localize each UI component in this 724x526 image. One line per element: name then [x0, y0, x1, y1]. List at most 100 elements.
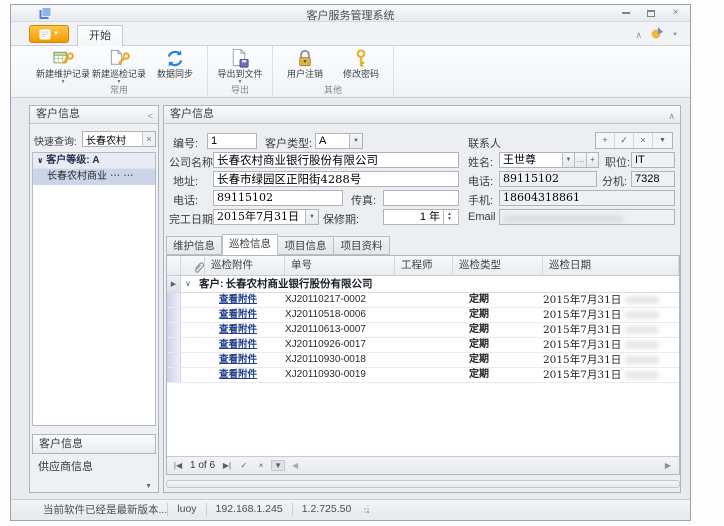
number-field[interactable]: 1	[207, 133, 257, 149]
skin-gallery-icon[interactable]	[650, 26, 664, 44]
minimize-button[interactable]	[617, 7, 634, 19]
collapse-sidebar-icon[interactable]: <	[148, 108, 153, 125]
application-menu-button[interactable]: ▼	[29, 25, 69, 43]
contact-name-select[interactable]: 王世尊 ▼ … +	[499, 152, 599, 168]
table-row[interactable]: 查看附件 XJ20110930-0019 定期 2015年7月31日	[167, 368, 679, 383]
maximize-button[interactable]	[642, 7, 659, 19]
chevron-down-icon[interactable]: ▼	[672, 32, 678, 38]
table-row[interactable]: 查看附件 XJ20110518-0006 定期 2015年7月31日	[167, 308, 679, 323]
column-header-attachment[interactable]: 巡检附件	[205, 256, 285, 275]
accept-edit-button[interactable]: ✓	[237, 461, 251, 470]
column-header-engineer[interactable]: 工程师	[395, 256, 453, 275]
position-field[interactable]: IT	[631, 152, 675, 168]
ribbon-group-label: 其他	[273, 83, 393, 96]
tab-start[interactable]: 开始	[77, 25, 123, 47]
cancel-edit-button[interactable]: ×	[254, 461, 268, 470]
tab-maintenance-info[interactable]: 维护信息	[166, 236, 222, 255]
clear-search-icon[interactable]: ×	[142, 132, 155, 146]
tree-group-level-a[interactable]: ∨ 客户等级: A	[33, 153, 155, 169]
table-row[interactable]: 查看附件 XJ20110926-0017 定期 2015年7月31日	[167, 338, 679, 353]
column-header-date[interactable]: 巡检日期	[543, 256, 679, 275]
view-attachment-link[interactable]: 查看附件	[219, 324, 257, 335]
customer-detail-panel: 客户信息 ∧ 编号: 1 客户类型: A ▼ 联系人 + ✓ × ▼ 公司名称:…	[163, 105, 681, 493]
chevron-down-icon[interactable]: ▼	[562, 153, 574, 167]
expand-icon: ∨	[37, 156, 44, 165]
ellipsis-button[interactable]: …	[574, 153, 586, 167]
first-record-button[interactable]: |◀	[171, 461, 185, 470]
row-indicator	[167, 308, 181, 322]
customer-form: 编号: 1 客户类型: A ▼ 联系人 + ✓ × ▼ 公司名称: 长春农村商业…	[165, 125, 679, 231]
phone-field[interactable]: 89115102	[213, 190, 343, 206]
extension-field[interactable]: 7328	[631, 171, 675, 187]
sidebar-overflow-icon[interactable]: ▼	[145, 483, 152, 490]
record-position: 1 of 6	[188, 460, 217, 471]
view-attachment-link[interactable]: 查看附件	[219, 339, 257, 350]
grid-empty-area	[167, 383, 679, 456]
chevron-down-icon[interactable]: ▼	[349, 134, 362, 148]
scroll-right-button[interactable]: ▶	[661, 461, 675, 470]
fax-field[interactable]	[383, 190, 459, 206]
collapse-group-icon[interactable]: ∨	[181, 276, 195, 292]
tab-project-docs[interactable]: 项目资料	[334, 236, 390, 255]
filter-records-button[interactable]: ▼	[271, 460, 285, 471]
tab-inspection-info[interactable]: 巡检信息	[222, 234, 278, 255]
ribbon-group-label: 导出	[208, 83, 272, 96]
redaction-smudge	[625, 326, 659, 334]
view-attachment-link[interactable]: 查看附件	[219, 309, 257, 320]
ribbon-tab-row: ▼ 开始 ∧ ▼	[11, 22, 690, 46]
column-header-type[interactable]: 巡检类型	[453, 256, 543, 275]
table-row[interactable]: 查看附件 XJ20110613-0007 定期 2015年7月31日	[167, 323, 679, 338]
quick-search-input[interactable]: 长春农村 ×	[82, 131, 156, 147]
resize-grip[interactable]	[360, 503, 370, 515]
tree-item-customer[interactable]: 长春农村商业 ⋯ ⋯	[33, 169, 155, 185]
new-inspection-record-button[interactable]: 新建巡检记录 ▼	[91, 48, 147, 86]
delete-contact-button[interactable]: ×	[634, 133, 653, 148]
confirm-contact-button[interactable]: ✓	[615, 133, 634, 148]
table-row[interactable]: 查看附件 XJ20110930-0018 定期 2015年7月31日	[167, 353, 679, 368]
collapse-panel-icon[interactable]: ∧	[668, 108, 675, 125]
user-logout-icon	[294, 48, 316, 69]
redaction-smudge	[625, 296, 659, 304]
new-maintenance-record-button[interactable]: 新建维护记录 ▼	[35, 48, 91, 86]
sidebar-nav-supplier-info[interactable]: 供应商信息	[32, 458, 156, 476]
export-to-file-button[interactable]: 导出到文件 ▼	[212, 48, 268, 86]
customer-type-select[interactable]: A ▼	[315, 133, 363, 149]
customer-tree: ∨ 客户等级: A 长春农村商业 ⋯ ⋯	[32, 152, 156, 426]
data-sync-button[interactable]: 数据同步	[147, 48, 203, 86]
company-label: 公司名称:	[169, 154, 216, 170]
filter-contact-button[interactable]: ▼	[653, 133, 672, 148]
inspection-type-cell: 定期	[453, 353, 543, 367]
row-indicator	[167, 353, 181, 367]
grid-group-row[interactable]: ▶ ∨ 客户: 长春农村商业银行股份有限公司	[167, 276, 679, 293]
mobile-field[interactable]: 18604318861	[499, 190, 675, 206]
add-name-button[interactable]: +	[586, 153, 598, 167]
add-contact-button[interactable]: +	[596, 133, 615, 148]
engineer-cell	[395, 323, 453, 337]
view-attachment-link[interactable]: 查看附件	[219, 294, 257, 305]
splitter-bar[interactable]	[166, 480, 680, 488]
sidebar-nav-customer-info[interactable]: 客户信息	[32, 434, 156, 454]
email-field[interactable]	[499, 209, 675, 225]
customer-sidebar: 客户信息 < 快速查询: 长春农村 × ∨ 客户等级: A 长春农村商业 ⋯ ⋯…	[29, 105, 159, 493]
user-logout-button[interactable]: 用户注销	[277, 48, 333, 86]
warranty-stepper[interactable]: 1 年 ▲▼	[383, 209, 459, 225]
email-label: Email	[468, 211, 496, 223]
company-field[interactable]: 长春农村商业银行股份有限公司	[213, 152, 459, 168]
scroll-left-button[interactable]: ◀	[288, 461, 302, 470]
view-attachment-link[interactable]: 查看附件	[219, 354, 257, 365]
close-button[interactable]: ×	[667, 7, 684, 19]
column-header-order[interactable]: 单号	[285, 256, 395, 275]
grid-body: 查看附件 XJ20110217-0002 定期 2015年7月31日 查看附件 …	[167, 293, 679, 383]
table-row[interactable]: 查看附件 XJ20110217-0002 定期 2015年7月31日	[167, 293, 679, 308]
status-bar: 当前软件已经是最新版本... luoy 192.168.1.245 1.2.72…	[11, 499, 690, 518]
last-record-button[interactable]: ▶|	[220, 461, 234, 470]
address-field[interactable]: 长春市绿园区正阳街4288号	[213, 171, 459, 187]
collapse-ribbon-icon[interactable]: ∧	[635, 30, 642, 41]
chevron-down-icon[interactable]: ▼	[305, 210, 318, 224]
change-password-button[interactable]: 修改密码	[333, 48, 389, 86]
view-attachment-link[interactable]: 查看附件	[219, 369, 257, 380]
tab-project-info[interactable]: 项目信息	[278, 236, 334, 255]
contact-phone-field[interactable]: 89115102	[499, 171, 597, 187]
completion-date-picker[interactable]: 2015年7月31日 ▼	[213, 209, 319, 225]
status-version: 1.2.725.50	[292, 503, 361, 516]
